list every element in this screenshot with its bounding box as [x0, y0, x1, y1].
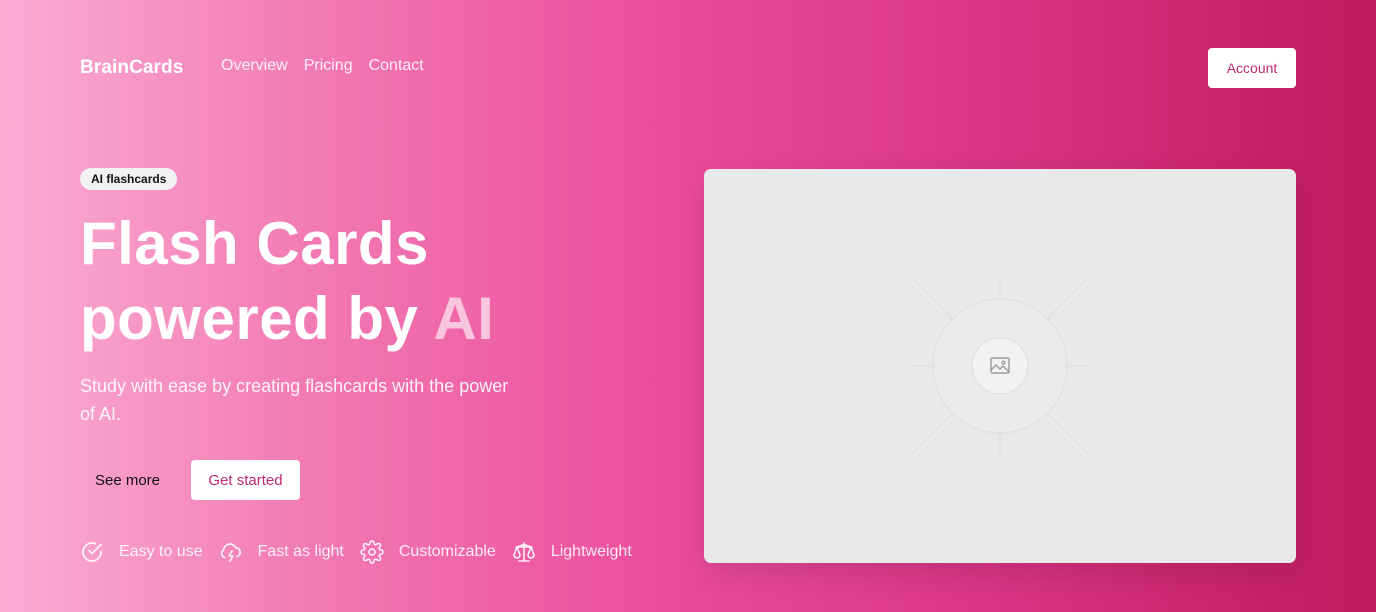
hero-image-placeholder	[704, 169, 1296, 563]
hero-title-line2: powered by	[80, 285, 434, 352]
feature-easy-to-use: Easy to use	[80, 540, 203, 564]
hero-title-accent: AI	[433, 285, 495, 352]
feature-label: Fast as light	[257, 543, 344, 560]
scale-icon	[513, 542, 535, 562]
nav-link-pricing[interactable]: Pricing	[304, 57, 353, 75]
nav-link-overview[interactable]: Overview	[221, 57, 288, 75]
feature-fast-as-light: Fast as light	[219, 540, 344, 564]
top-navigation: BrainCards Overview Pricing Contact Acco…	[80, 48, 1296, 88]
feature-label: Lightweight	[550, 543, 632, 560]
hero-subtitle: Study with ease by creating flashcards w…	[80, 376, 509, 424]
cloud-lightning-icon	[220, 543, 241, 562]
get-started-button[interactable]: Get started	[191, 460, 300, 500]
account-button[interactable]: Account	[1208, 48, 1296, 88]
image-placeholder-graphic	[909, 275, 1091, 457]
feature-lightweight: Lightweight	[512, 540, 632, 564]
gear-icon	[360, 540, 384, 564]
nav-link-contact[interactable]: Contact	[369, 57, 424, 75]
check-circle-icon	[82, 542, 102, 562]
feature-label: Easy to use	[119, 543, 203, 560]
hero-title: Flash Cards powered by AI	[80, 206, 640, 356]
feature-list: Easy to use Fast as light Customizable L…	[80, 536, 648, 568]
nav-links: Overview Pricing Contact	[221, 57, 424, 75]
see-more-button[interactable]: See more	[80, 460, 175, 500]
hero-badge: AI flashcards	[80, 168, 178, 190]
hero-title-line1: Flash Cards	[80, 210, 429, 277]
brand-logo[interactable]: BrainCards	[80, 57, 183, 79]
feature-customizable: Customizable	[360, 540, 496, 564]
feature-label: Customizable	[398, 543, 496, 560]
